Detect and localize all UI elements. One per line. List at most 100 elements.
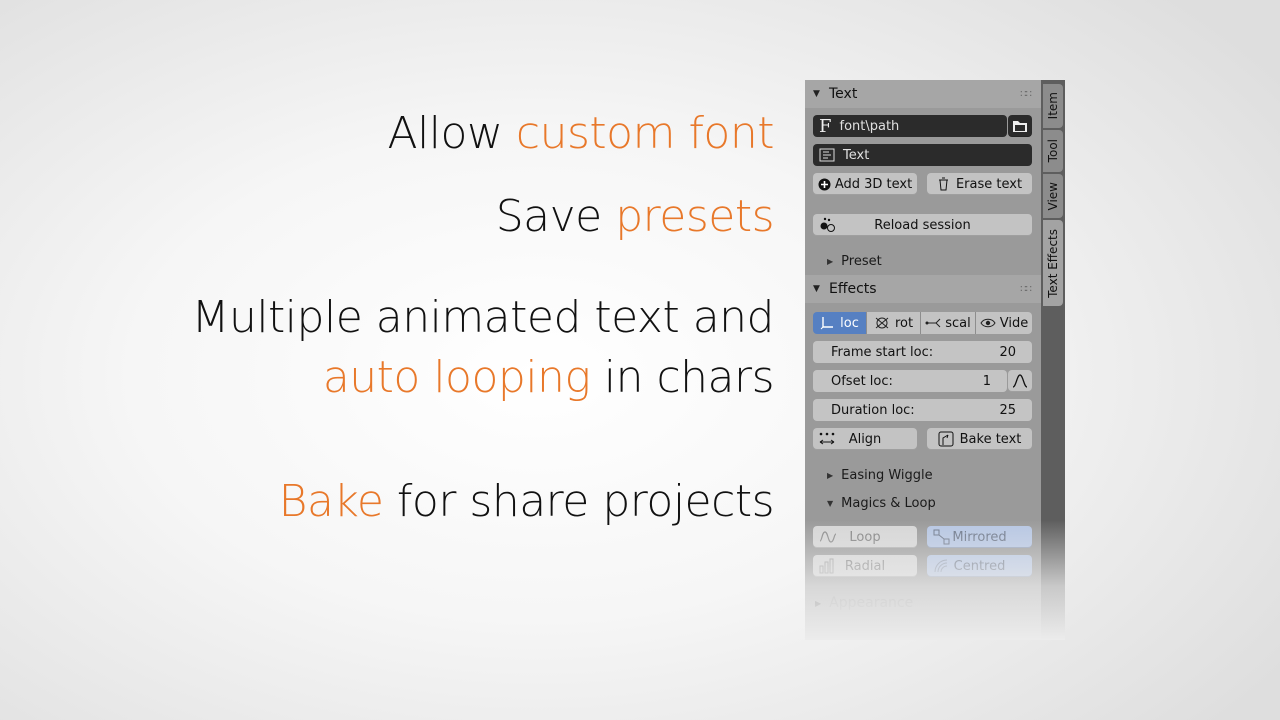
tab-tool[interactable]: Tool (1043, 130, 1063, 172)
drag-grip-icon[interactable]: ∷∷ (1020, 89, 1032, 100)
feature-text: Save (495, 191, 616, 242)
radiate-icon (933, 558, 951, 578)
radial-label: Radial (844, 558, 886, 574)
mirror-icon (933, 529, 951, 549)
effect-type-selector: loc rot scal Vide (813, 312, 1032, 334)
reload-session-button[interactable]: Reload session (813, 214, 1032, 236)
field-label: Ofset loc: (831, 373, 893, 389)
tab-text-effects[interactable]: Text Effects (1043, 220, 1063, 306)
segment-rot[interactable]: rot (867, 312, 921, 334)
bake-icon (938, 431, 954, 447)
expand-arrow-icon: ▶ (827, 257, 834, 266)
expand-arrow-icon: ▶ (827, 471, 834, 480)
duration-loc-field[interactable]: Duration loc: 25 (813, 399, 1032, 421)
sidebar-tab-strip: Item Tool View Text Effects (1041, 80, 1065, 640)
tab-view[interactable]: View (1043, 174, 1063, 218)
field-label: Duration loc: (831, 402, 915, 418)
sine-wave-icon (819, 529, 837, 549)
tab-label: Item (1046, 92, 1060, 120)
erase-text-label: Erase text (955, 176, 1023, 192)
segment-loc[interactable]: loc (813, 312, 867, 334)
align-icon (818, 431, 836, 451)
align-button[interactable]: Align (813, 428, 917, 450)
loop-button[interactable]: Loop (813, 526, 917, 548)
feature-save-presets: Save presets (495, 187, 775, 247)
font-path-field[interactable]: F font\path (813, 115, 1007, 137)
text-section-header[interactable]: ▼ Text ∷∷ (805, 80, 1041, 108)
feature-highlight: auto looping (322, 352, 591, 403)
feature-highlight: Bake (278, 476, 384, 527)
centred-button[interactable]: Centred (927, 555, 1032, 577)
appearance-label: Appearance (829, 595, 914, 611)
magics-loop-label: Magics & Loop (841, 496, 936, 511)
feature-highlight: presets (615, 191, 774, 242)
feature-text: in chars (590, 352, 775, 403)
collapse-arrow-icon: ▼ (827, 499, 834, 508)
mirrored-button[interactable]: Mirrored (927, 526, 1032, 548)
eye-icon (980, 318, 996, 328)
field-value: 25 (999, 402, 1016, 418)
feature-custom-font: Allow custom font (387, 104, 774, 164)
collapse-arrow-icon: ▼ (813, 89, 820, 99)
browse-folder-button[interactable] (1008, 115, 1032, 137)
align-label: Align (848, 431, 882, 447)
reload-session-label: Reload session (874, 217, 971, 233)
appearance-subpanel[interactable]: ▶ Appearance (815, 595, 913, 611)
feature-multiple-animated: Multiple animated text and (191, 288, 774, 348)
add-3d-text-button[interactable]: Add 3D text (813, 173, 917, 195)
folder-icon (1013, 121, 1027, 132)
text-field[interactable]: Text (813, 144, 1032, 166)
curve-toggle-button[interactable] (1008, 370, 1032, 392)
text-field-value: Text (843, 147, 870, 163)
feature-text: for share projects (383, 476, 775, 527)
segment-scal[interactable]: scal (921, 312, 976, 334)
text-effects-panel: ▼ Text ∷∷ F font\path Text Add 3D text E… (805, 80, 1041, 640)
drag-grip-icon[interactable]: ∷∷ (1020, 284, 1032, 295)
effects-section-header[interactable]: ▼ Effects ∷∷ (805, 275, 1041, 303)
frame-start-loc-field[interactable]: Frame start loc: 20 (813, 341, 1032, 363)
scale-icon (925, 318, 941, 328)
add-3d-text-label: Add 3D text (834, 176, 913, 192)
curve-icon (1012, 374, 1028, 388)
segment-label: loc (840, 315, 859, 331)
easing-wiggle-label: Easing Wiggle (841, 468, 933, 483)
offset-loc-field[interactable]: Ofset loc: 1 (813, 370, 1007, 392)
text-block-icon (819, 148, 835, 162)
bars-icon (819, 558, 837, 578)
field-value: 20 (999, 344, 1016, 360)
expand-arrow-icon: ▶ (815, 598, 822, 608)
feature-bake: Bake for share projects (278, 472, 775, 532)
preset-subpanel[interactable]: ▶ Preset (827, 254, 882, 269)
tab-label: Tool (1046, 139, 1060, 163)
field-label: Frame start loc: (831, 344, 934, 360)
tab-label: View (1046, 181, 1060, 211)
feature-text: Allow (387, 108, 516, 159)
tab-label: Text Effects (1046, 228, 1060, 298)
feature-text: Multiple animated text and (191, 292, 774, 343)
mirrored-label: Mirrored (952, 529, 1007, 545)
erase-text-button[interactable]: Erase text (927, 173, 1032, 195)
segment-label: scal (945, 315, 971, 331)
magics-loop-subpanel[interactable]: ▼ Magics & Loop (827, 496, 936, 511)
easing-wiggle-subpanel[interactable]: ▶ Easing Wiggle (827, 468, 933, 483)
tab-item[interactable]: Item (1043, 84, 1063, 128)
segment-label: Vide (999, 315, 1029, 331)
reload-icon (819, 217, 837, 237)
segment-vide[interactable]: Vide (976, 312, 1032, 334)
feature-auto-looping: auto looping in chars (322, 348, 775, 408)
rotation-icon (875, 317, 889, 329)
feature-highlight: custom font (515, 108, 775, 159)
font-path-value: font\path (839, 118, 900, 134)
trash-icon (937, 177, 950, 191)
field-value: 1 (982, 373, 991, 389)
centred-label: Centred (953, 558, 1006, 574)
segment-label: rot (894, 315, 914, 331)
location-axis-icon (820, 317, 834, 330)
bake-text-button[interactable]: Bake text (927, 428, 1032, 450)
section-title: Text (829, 86, 858, 102)
section-title: Effects (829, 281, 877, 297)
loop-label: Loop (849, 529, 881, 545)
preset-label: Preset (841, 254, 882, 269)
collapse-arrow-icon: ▼ (813, 284, 820, 294)
radial-button[interactable]: Radial (813, 555, 917, 577)
